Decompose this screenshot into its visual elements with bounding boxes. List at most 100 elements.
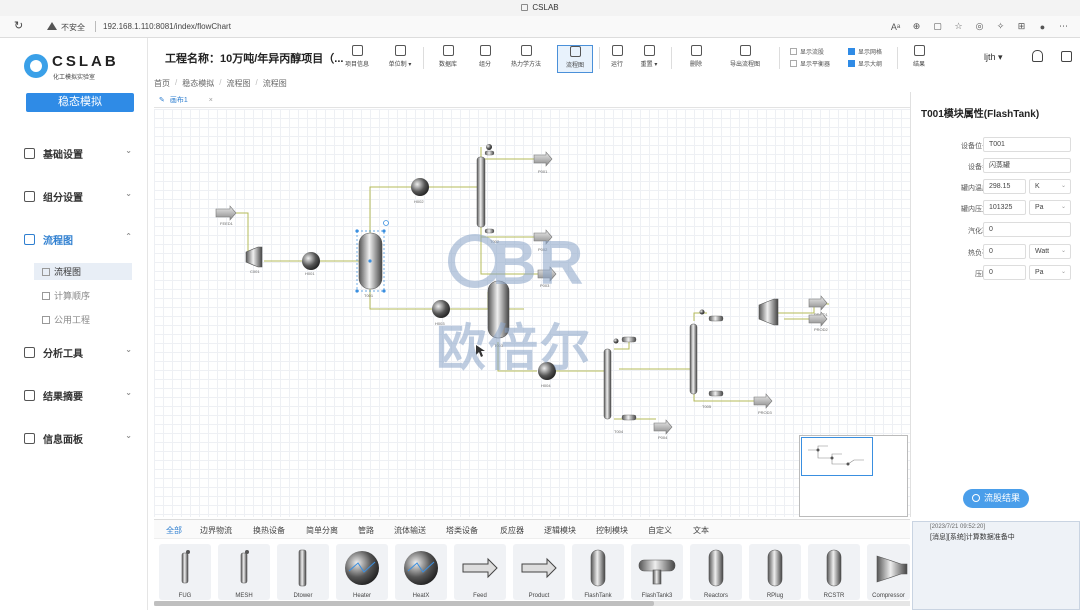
- palette-item-flashtank[interactable]: FlashTank: [572, 544, 624, 600]
- database-button[interactable]: 数据库: [430, 45, 466, 73]
- steady-state-button[interactable]: 稳态模拟: [26, 93, 134, 112]
- bell-icon[interactable]: [1032, 50, 1043, 62]
- palette-item-flashtank3[interactable]: FlashTank3: [631, 544, 683, 600]
- palette-item-dtower[interactable]: Dtower: [277, 544, 329, 600]
- logout-icon[interactable]: [1061, 51, 1072, 62]
- stream-line[interactable]: [693, 394, 759, 402]
- nav-result-summary[interactable]: 结果摘要 ⌄: [24, 386, 136, 404]
- stream-line[interactable]: [369, 186, 411, 237]
- extension-icon[interactable]: ◎: [973, 20, 986, 33]
- heater-h003[interactable]: [432, 300, 450, 318]
- prop-value-input[interactable]: 298.15: [983, 179, 1026, 194]
- run-button[interactable]: 运行: [599, 45, 635, 73]
- heater-h004[interactable]: [538, 362, 556, 380]
- palette-tab-towers[interactable]: 塔类设备: [446, 525, 478, 536]
- sub-nav-calc-order[interactable]: 计算顺序: [34, 287, 132, 304]
- delete-button[interactable]: 删除: [678, 45, 714, 73]
- export-flowchart-button[interactable]: 导出流程图: [727, 45, 763, 73]
- nav-analysis-tools[interactable]: 分析工具 ⌄: [24, 343, 136, 361]
- unit-select[interactable]: K ⌄: [1029, 179, 1071, 194]
- prop-value-input[interactable]: T001: [983, 137, 1071, 152]
- nav-flowchart[interactable]: 流程图 ⌃: [24, 230, 136, 248]
- favorite-icon[interactable]: ☆: [952, 20, 965, 33]
- breadcrumb-item[interactable]: 稳态模拟: [182, 78, 214, 89]
- component-button[interactable]: 组分: [467, 45, 503, 73]
- minimap[interactable]: [799, 435, 908, 517]
- show-grid-checkbox[interactable]: 显示网格: [848, 47, 882, 56]
- minimap-viewport[interactable]: [801, 437, 873, 476]
- thermo-method-button[interactable]: 热力学方法: [508, 45, 544, 73]
- user-menu[interactable]: ljth ▾: [984, 52, 1003, 63]
- palette-item-compressor[interactable]: Compressor: [867, 544, 910, 600]
- palette-item-heater[interactable]: Heater: [336, 544, 388, 600]
- stream-line[interactable]: [234, 212, 253, 257]
- results-button[interactable]: 结果: [901, 45, 937, 73]
- product-arrow-p004[interactable]: [653, 419, 673, 435]
- prop-value-input[interactable]: 0: [983, 265, 1026, 280]
- scrollbar-thumb[interactable]: [154, 601, 654, 606]
- product-arrow-prod3[interactable]: [753, 393, 773, 409]
- palette-tab-logic[interactable]: 逻辑模块: [544, 525, 576, 536]
- palette-item-feed[interactable]: Feed: [454, 544, 506, 600]
- stream-line[interactable]: [497, 342, 537, 372]
- show-streams-checkbox[interactable]: 显示流股: [790, 47, 824, 56]
- palette-tab-control[interactable]: 控制模块: [596, 525, 628, 536]
- column-t005[interactable]: [689, 309, 724, 397]
- stream-results-button[interactable]: 流股结果: [963, 489, 1029, 508]
- warning-icon[interactable]: [47, 22, 57, 30]
- prop-value-input[interactable]: 闪蒸罐: [983, 158, 1071, 173]
- flowchart-canvas[interactable]: FEED1 C001 H001 T001 H002 H003 T002 P001: [154, 109, 910, 517]
- insecure-label[interactable]: 不安全: [61, 22, 85, 33]
- palette-tab-reactors[interactable]: 反应器: [500, 525, 524, 536]
- expander-unit[interactable]: [758, 298, 779, 326]
- reload-icon[interactable]: ↻: [14, 21, 23, 32]
- feed-arrow-feed1[interactable]: [215, 205, 237, 221]
- stream-line[interactable]: [450, 292, 489, 310]
- palette-tab-piping[interactable]: 管路: [358, 525, 374, 536]
- palette-item-mesh[interactable]: MESH: [218, 544, 270, 600]
- heater-h002[interactable]: [411, 178, 429, 196]
- unit-system-button[interactable]: 单位制 ▾: [382, 45, 418, 73]
- palette-tab-custom[interactable]: 自定义: [648, 525, 672, 536]
- palette-item-heatx[interactable]: HeatX: [395, 544, 447, 600]
- breadcrumb-item[interactable]: 流程图: [226, 78, 250, 89]
- flowchart-button[interactable]: 流程图: [557, 45, 593, 73]
- product-arrow-p003[interactable]: [537, 266, 557, 282]
- palette-scrollbar[interactable]: [154, 601, 910, 606]
- nav-info-panel[interactable]: 信息面板 ⌄: [24, 429, 136, 447]
- url-field[interactable]: 192.168.1.110:8081/index/flowChart: [103, 22, 231, 31]
- prop-value-input[interactable]: 101325: [983, 200, 1026, 215]
- palette-tab-boundary[interactable]: 边界物流: [200, 525, 232, 536]
- nav-component-settings[interactable]: 组分设置 ⌄: [24, 187, 136, 205]
- palette-item-rplug[interactable]: RPlug: [749, 544, 801, 600]
- stream-line[interactable]: [369, 289, 432, 310]
- nav-basic-settings[interactable]: 基础设置 ⌄: [24, 144, 136, 162]
- palette-tab-text[interactable]: 文本: [693, 525, 709, 536]
- palette-tab-fluid-transport[interactable]: 流体输送: [394, 525, 426, 536]
- unit-select[interactable]: Watt ⌄: [1029, 244, 1071, 259]
- palette-item-fug[interactable]: FUG: [159, 544, 211, 600]
- flashtank-t003[interactable]: [487, 280, 510, 339]
- product-arrow-p002[interactable]: [533, 229, 553, 245]
- product-arrow-prod1[interactable]: [808, 295, 828, 311]
- project-info-button[interactable]: 项目信息: [339, 45, 375, 73]
- favorites-icon[interactable]: ✧: [994, 20, 1007, 33]
- palette-item-product[interactable]: Product: [513, 544, 565, 600]
- product-arrow-p001[interactable]: [533, 151, 553, 167]
- unit-select[interactable]: Pa ⌄: [1029, 265, 1071, 280]
- zoom-icon[interactable]: ⊕: [910, 20, 923, 33]
- show-balancer-checkbox[interactable]: 显示平衡器: [790, 59, 830, 68]
- sub-nav-utilities[interactable]: 公用工程: [34, 311, 132, 328]
- palette-tab-simple-separation[interactable]: 简单分离: [306, 525, 338, 536]
- reader-icon[interactable]: ▢: [931, 20, 944, 33]
- column-t002[interactable]: [476, 144, 495, 234]
- read-aloud-icon[interactable]: Aᵃ: [889, 20, 902, 33]
- collections-icon[interactable]: ⊞: [1015, 20, 1028, 33]
- palette-tab-all[interactable]: 全部: [166, 525, 182, 536]
- breadcrumb-item[interactable]: 首页: [154, 78, 170, 89]
- prop-value-input[interactable]: 0: [983, 222, 1071, 237]
- reset-button[interactable]: 重置 ▾: [631, 45, 667, 73]
- palette-item-reactors[interactable]: Reactors: [690, 544, 742, 600]
- canvas-tab[interactable]: ✎ 画布1 ×: [159, 95, 213, 105]
- sub-nav-flowchart[interactable]: 流程图: [34, 263, 132, 280]
